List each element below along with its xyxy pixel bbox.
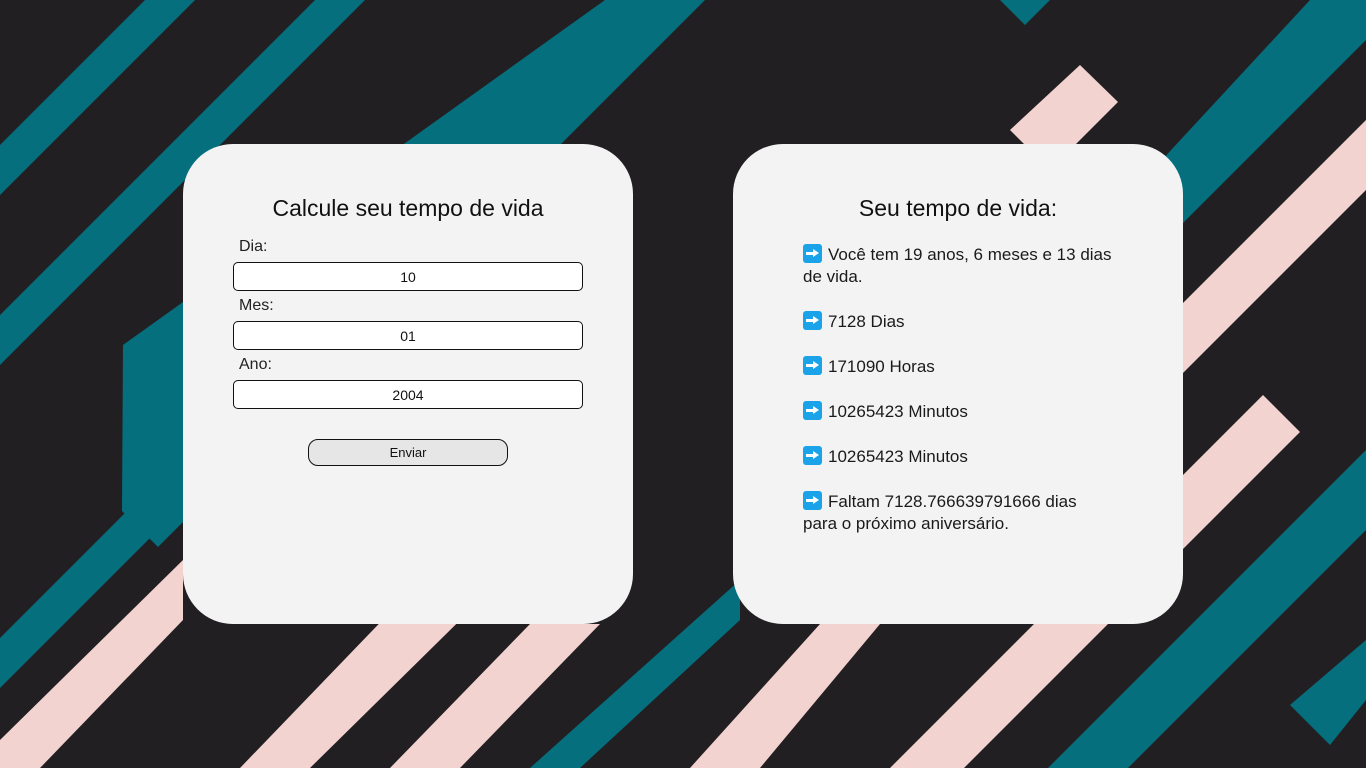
result-text: 10265423 Minutos: [828, 402, 968, 421]
result-item-next-birthday: Faltam 7128.766639791666 dias para o pró…: [803, 491, 1113, 535]
result-title: Seu tempo de vida:: [858, 195, 1058, 221]
pink-stripe: [690, 624, 880, 768]
result-list: Você tem 19 anos, 6 meses e 13 dias de v…: [803, 244, 1113, 558]
result-item-hours: 171090 Horas: [803, 356, 1113, 378]
result-card: Seu tempo de vida: Você tem 19 anos, 6 m…: [733, 144, 1183, 624]
teal-stripe: [1000, 0, 1050, 25]
day-input[interactable]: [233, 262, 583, 291]
form-title: Calcule seu tempo de vida: [272, 195, 544, 221]
result-item-minutes-repeat: 10265423 Minutos: [803, 446, 1113, 468]
year-input[interactable]: [233, 380, 583, 409]
result-text: Você tem 19 anos, 6 meses e 13 dias de v…: [803, 245, 1112, 286]
submit-button[interactable]: Enviar: [308, 439, 508, 466]
result-text: 171090 Horas: [828, 357, 935, 376]
right-arrow-icon: [803, 356, 822, 375]
result-item-minutes: 10265423 Minutos: [803, 401, 1113, 423]
result-item-age: Você tem 19 anos, 6 meses e 13 dias de v…: [803, 244, 1113, 288]
result-item-days: 7128 Dias: [803, 311, 1113, 333]
right-arrow-icon: [803, 446, 822, 465]
month-input[interactable]: [233, 321, 583, 350]
teal-stripe: [1290, 640, 1366, 745]
result-text: Faltam 7128.766639791666 dias para o pró…: [803, 492, 1077, 533]
right-arrow-icon: [803, 311, 822, 330]
result-text: 10265423 Minutos: [828, 447, 968, 466]
year-label: Ano:: [239, 356, 272, 373]
right-arrow-icon: [803, 401, 822, 420]
form-card: Calcule seu tempo de vida Dia: Mes: Ano:…: [183, 144, 633, 624]
right-arrow-icon: [803, 244, 822, 263]
month-label: Mes:: [239, 297, 274, 314]
result-text: 7128 Dias: [828, 312, 905, 331]
right-arrow-icon: [803, 491, 822, 510]
day-label: Dia:: [239, 238, 268, 255]
